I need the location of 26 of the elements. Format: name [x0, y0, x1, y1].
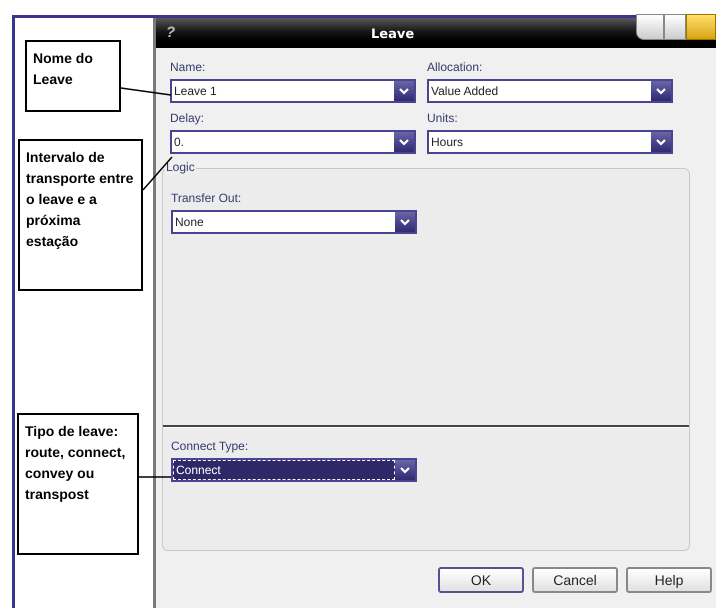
- group-title: Logic: [165, 160, 196, 174]
- dialog-button[interactable]: OK: [438, 567, 524, 593]
- dropdown[interactable]: Hours: [427, 130, 673, 154]
- field-label: Units:: [427, 111, 459, 125]
- dropdown[interactable]: None: [171, 210, 417, 234]
- callout-box: Intervalo de transporte entre o leave e a próxima estação: [18, 139, 143, 291]
- field-label: Transfer Out:: [171, 191, 242, 205]
- field-label: Allocation:: [427, 60, 484, 74]
- dialog-button[interactable]: Cancel: [532, 567, 618, 593]
- dropdown[interactable]: Leave 1: [170, 79, 416, 103]
- callout-box: Nome do Leave: [25, 40, 121, 112]
- window-control[interactable]: [636, 14, 664, 40]
- dropdown[interactable]: Value Added: [427, 79, 673, 103]
- window-control[interactable]: [664, 14, 686, 40]
- field-label: Connect Type:: [171, 439, 250, 453]
- callout-box: Tipo de leave: route, connect, convey ou transpost: [17, 413, 139, 555]
- dialog-button[interactable]: Help: [626, 567, 712, 593]
- dropdown[interactable]: 0.: [170, 130, 416, 154]
- leader-line: [120, 87, 172, 96]
- leader-line: [139, 476, 171, 478]
- dropdown[interactable]: Connect: [171, 458, 417, 482]
- window-control[interactable]: [686, 14, 716, 40]
- field-label: Delay:: [170, 111, 206, 125]
- field-label: Name:: [170, 60, 206, 74]
- help-glyph[interactable]: ?: [166, 22, 176, 44]
- window-title: Leave: [371, 26, 414, 44]
